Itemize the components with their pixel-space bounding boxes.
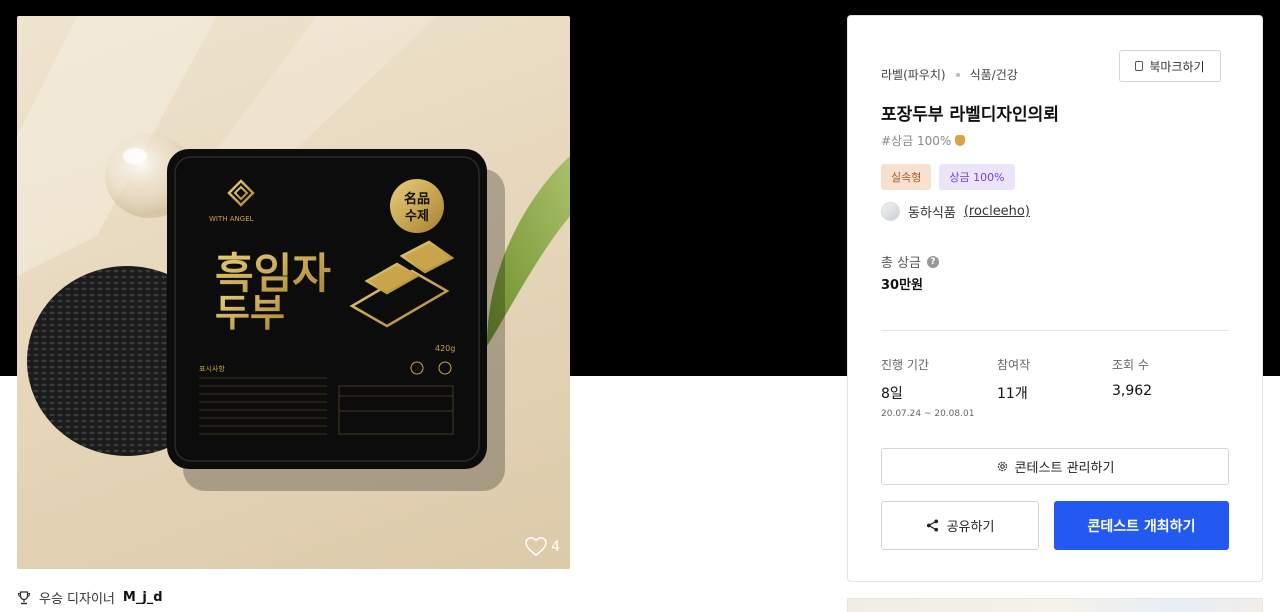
hashtag-text: #상금 100% bbox=[881, 134, 952, 148]
breadcrumb-separator bbox=[955, 72, 960, 77]
help-icon[interactable]: ? bbox=[927, 255, 940, 268]
share-label: 공유하기 bbox=[946, 520, 995, 535]
stat-period-dates: 20.07.24 ~ 20.08.01 bbox=[881, 409, 975, 419]
stat-period-value: 8일 bbox=[881, 386, 903, 402]
badge-list: 실속형 상금 100% bbox=[881, 164, 1015, 190]
stat-views-label: 조회 수 bbox=[1112, 358, 1149, 372]
badge-value-type: 실속형 bbox=[881, 164, 932, 190]
contest-info-panel: 라벨(파우치) 식품/건강 북마크하기 포장두부 라벨디자인의뢰 #상금 100… bbox=[847, 15, 1263, 582]
share-icon bbox=[926, 519, 938, 532]
svg-text:두부: 두부 bbox=[215, 291, 285, 335]
bookmark-label: 북마크하기 bbox=[1149, 59, 1205, 74]
svg-text:WITH ANGEL: WITH ANGEL bbox=[209, 215, 254, 223]
winner-label: 우승 디자이너 bbox=[39, 592, 115, 607]
svg-text:표시사항: 표시사항 bbox=[199, 364, 225, 373]
total-prize-label: 총 상금 ? bbox=[881, 252, 940, 271]
winning-design-image[interactable]: WITH ANGEL 名品 수제 흑임자 두부 420g 표시사항 4 bbox=[17, 16, 570, 569]
divider bbox=[881, 330, 1229, 331]
organizer-name: 동하식품 bbox=[908, 206, 956, 221]
manage-contest-button[interactable]: 콘테스트 관리하기 bbox=[881, 448, 1229, 485]
organizer-avatar bbox=[881, 202, 900, 221]
bookmark-icon bbox=[1135, 61, 1144, 71]
share-button[interactable]: 공유하기 bbox=[881, 501, 1039, 550]
contest-title: 포장두부 라벨디자인의뢰 bbox=[881, 105, 1059, 125]
host-contest-button[interactable]: 콘테스트 개최하기 bbox=[1054, 501, 1229, 550]
trophy-icon bbox=[17, 590, 31, 604]
money-bag-icon bbox=[955, 135, 966, 146]
stat-views-value: 3,962 bbox=[1112, 383, 1153, 399]
next-card-preview[interactable] bbox=[847, 598, 1263, 612]
like-count: 4 bbox=[551, 539, 560, 555]
hashtag: #상금 100% bbox=[881, 132, 966, 149]
stat-entries: 참여작 11개 bbox=[997, 356, 1030, 403]
heart-icon bbox=[525, 537, 547, 557]
organizer-handle[interactable]: (rocleeho) bbox=[964, 204, 1030, 219]
product-scene: WITH ANGEL 名品 수제 흑임자 두부 420g 표시사항 bbox=[17, 16, 570, 491]
organizer[interactable]: 동하식품 (rocleeho) bbox=[881, 202, 1030, 221]
badge-prize: 상금 100% bbox=[939, 164, 1015, 190]
category-sub[interactable]: 식품/건강 bbox=[970, 66, 1018, 83]
winner-designer: 우승 디자이너 M_j_d bbox=[17, 588, 163, 607]
svg-text:420g: 420g bbox=[435, 344, 455, 353]
stat-period: 진행 기간 8일 20.07.24 ~ 20.08.01 bbox=[881, 356, 974, 419]
stat-views: 조회 수 3,962 bbox=[1112, 356, 1152, 399]
category-main[interactable]: 라벨(파우치) bbox=[881, 66, 946, 83]
stat-period-label: 진행 기간 bbox=[881, 358, 929, 372]
manage-contest-label: 콘테스트 관리하기 bbox=[1014, 461, 1115, 476]
breadcrumb: 라벨(파우치) 식품/건강 bbox=[881, 66, 1018, 83]
bookmark-button[interactable]: 북마크하기 bbox=[1119, 50, 1221, 82]
stat-entries-value: 11개 bbox=[997, 386, 1028, 402]
svg-text:名品: 名品 bbox=[404, 191, 430, 207]
total-prize-text: 총 상금 bbox=[881, 256, 922, 271]
winner-name[interactable]: M_j_d bbox=[123, 590, 163, 605]
stat-entries-label: 참여작 bbox=[997, 358, 1031, 372]
like-button[interactable]: 4 bbox=[525, 537, 560, 557]
total-prize-value: 30만원 bbox=[881, 278, 924, 293]
gear-icon bbox=[997, 461, 1007, 472]
svg-text:수제: 수제 bbox=[405, 209, 429, 224]
